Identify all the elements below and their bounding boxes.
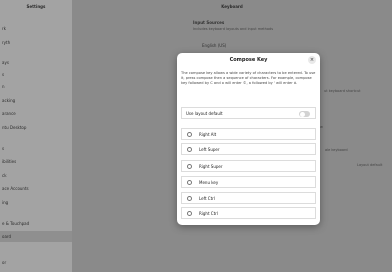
sidebar-item[interactable]: ck xyxy=(0,170,72,181)
dialog-title: Compose Key xyxy=(229,57,268,63)
close-icon[interactable]: × xyxy=(308,56,316,64)
radio-icon[interactable] xyxy=(187,132,192,137)
sidebar-item[interactable]: e & Touchpad xyxy=(0,218,72,229)
sidebar-item[interactable]: acking xyxy=(0,95,72,106)
radio-icon[interactable] xyxy=(187,180,192,185)
sidebar: Settings rk ryth ays s n acking arance ntu Desk… xyxy=(0,0,72,272)
bg-shortcut-text: ut keyboard shortcut xyxy=(324,89,361,93)
option-row[interactable]: Right Alt xyxy=(181,128,316,140)
settings-window: Settings rk ryth ays s n acking arance ntu Desk… xyxy=(0,0,392,272)
input-sources-desc: Includes keyboard layouts and input meth… xyxy=(193,27,274,31)
sidebar-item[interactable]: ing xyxy=(0,197,72,208)
toggle-knob xyxy=(299,111,305,117)
option-row[interactable]: Left Super xyxy=(181,143,316,155)
option-row[interactable]: Left Ctrl xyxy=(181,192,316,204)
sidebar-item[interactable]: rk xyxy=(0,23,72,34)
radio-icon[interactable] xyxy=(187,211,192,216)
input-source-item[interactable]: English (US) xyxy=(202,43,226,48)
option-label: Right Alt xyxy=(199,132,217,137)
sidebar-item[interactable]: n xyxy=(0,81,72,92)
sidebar-item[interactable]: ace Accounts xyxy=(0,183,72,194)
radio-icon[interactable] xyxy=(187,196,192,201)
sidebar-title: Settings xyxy=(26,4,46,9)
compose-key-dialog: Compose Key × The compose key allows a w… xyxy=(177,53,320,225)
sidebar-item[interactable]: oard xyxy=(0,231,72,242)
sidebar-item[interactable]: ibilities xyxy=(0,156,72,167)
bg-keyboard-text: ale keyboard xyxy=(325,148,348,152)
sidebar-item[interactable]: s xyxy=(0,143,72,154)
page-title: Keyboard xyxy=(221,4,243,9)
radio-icon[interactable] xyxy=(187,147,192,152)
option-label: Menu key xyxy=(199,180,219,185)
option-label: Left Ctrl xyxy=(199,196,215,201)
sidebar-item[interactable]: ays xyxy=(0,57,72,68)
use-layout-default-toggle[interactable] xyxy=(299,111,310,117)
dialog-description: The compose key allows a wide variety of… xyxy=(181,71,316,85)
use-layout-default-row[interactable]: Use layout default xyxy=(181,107,316,119)
option-label: Left Super xyxy=(199,147,220,152)
bg-text-w: w xyxy=(320,125,323,129)
option-row[interactable]: Menu key xyxy=(181,176,316,188)
option-row[interactable]: Right Ctrl xyxy=(181,207,316,219)
option-row[interactable]: Right Super xyxy=(181,160,316,172)
radio-icon[interactable] xyxy=(187,164,192,169)
sidebar-item[interactable]: ryth xyxy=(0,37,72,48)
option-label: Right Super xyxy=(199,164,223,169)
use-layout-default-label: Use layout default xyxy=(186,111,223,116)
sidebar-item[interactable]: ntu Desktop xyxy=(0,122,72,133)
bg-layout-default[interactable]: Layout default xyxy=(357,163,382,167)
sidebar-item[interactable]: or xyxy=(0,257,72,268)
sidebar-item[interactable]: arance xyxy=(0,108,72,119)
option-label: Right Ctrl xyxy=(199,211,218,216)
sidebar-item[interactable]: s xyxy=(0,69,72,80)
input-sources-heading: Input Sources xyxy=(193,20,225,25)
